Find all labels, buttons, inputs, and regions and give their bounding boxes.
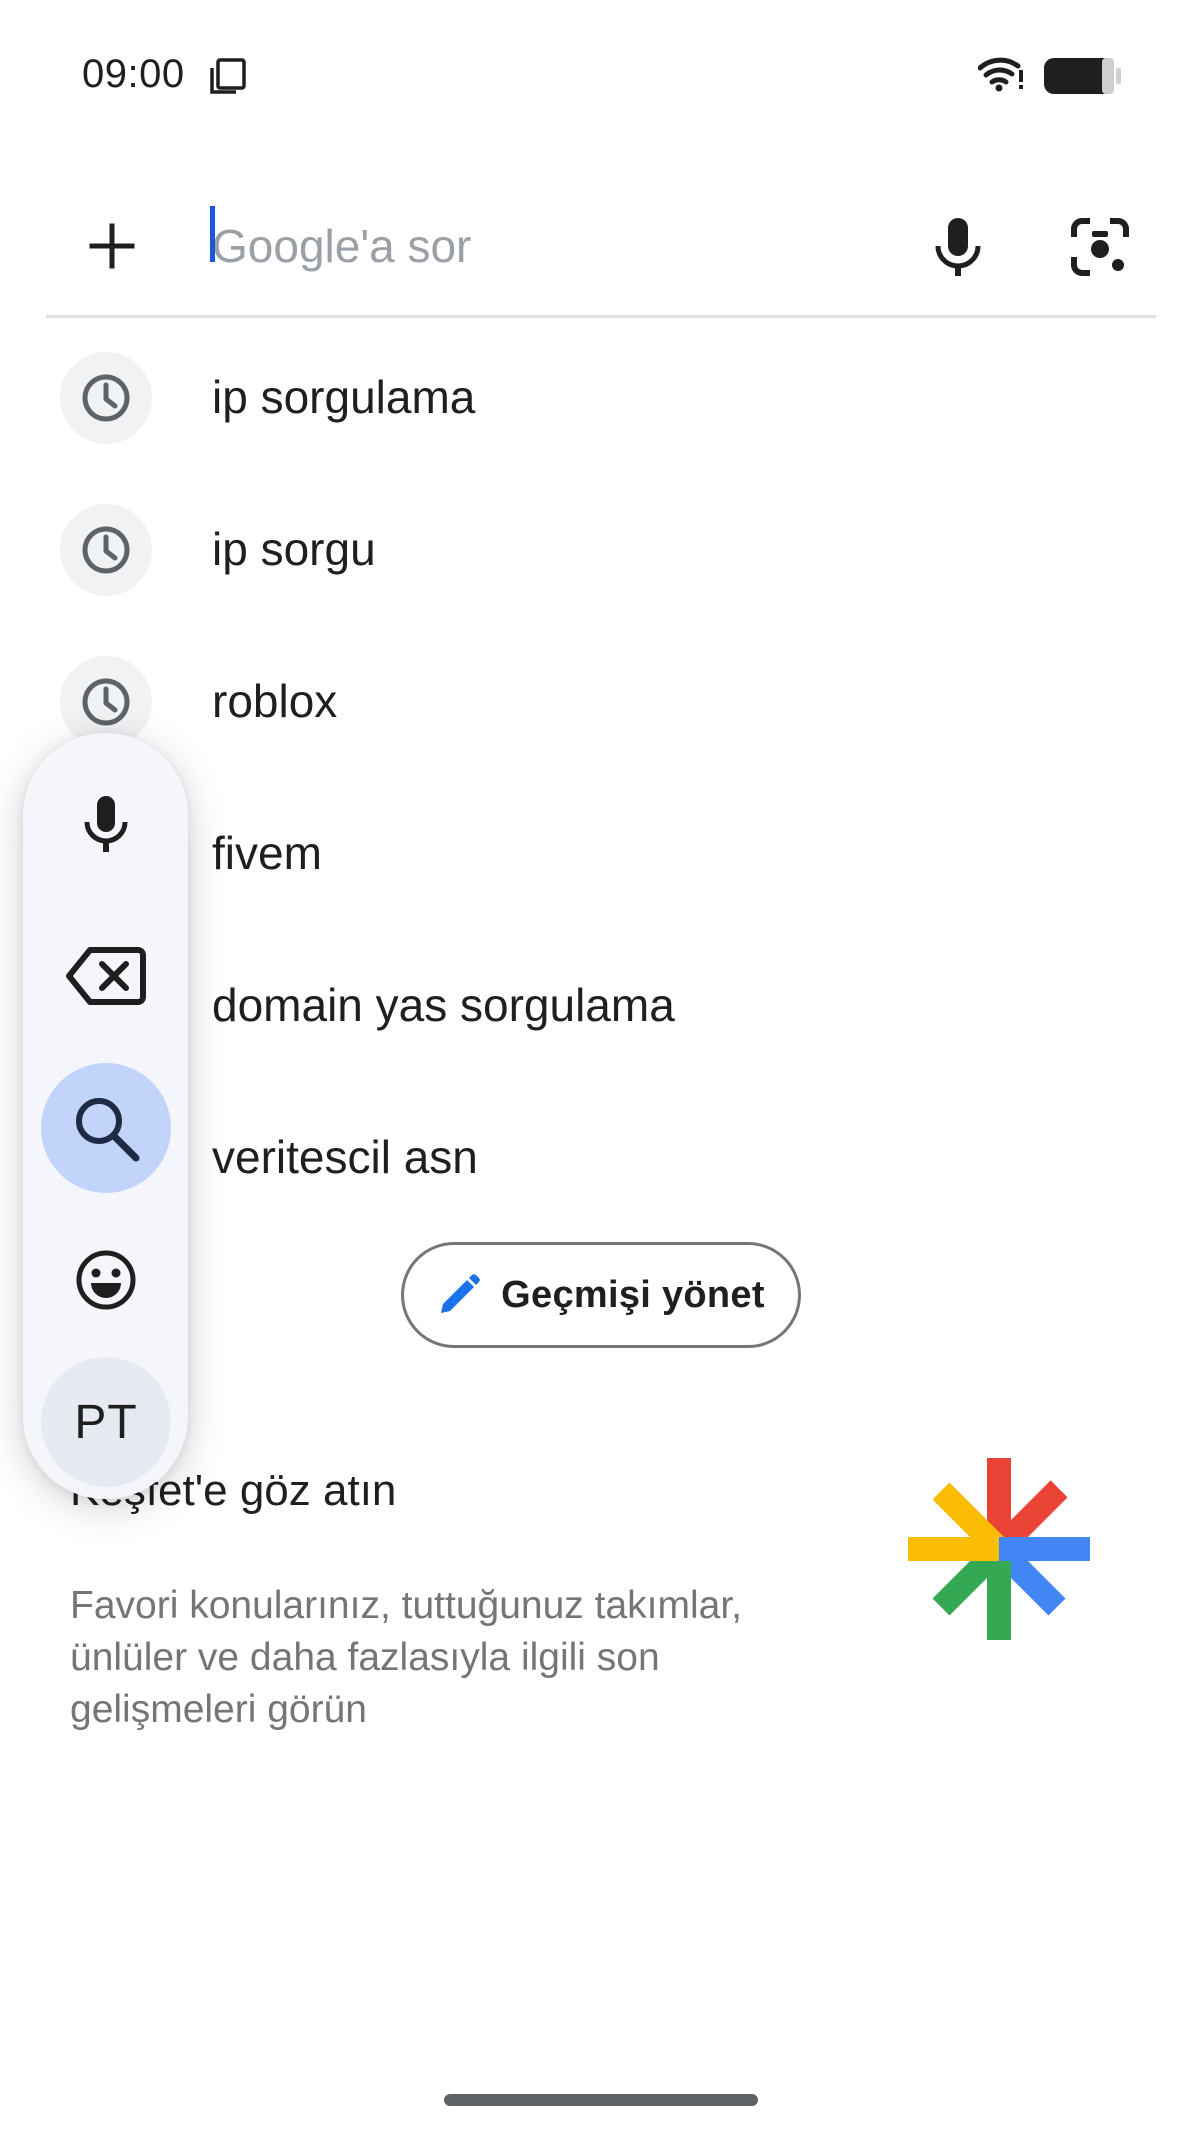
manage-history-button[interactable]: Geçmişi yönet — [401, 1242, 801, 1348]
suggestion-text: domain yas sorgulama — [212, 979, 675, 1031]
suggestion-text: roblox — [212, 675, 338, 727]
voice-search-button[interactable] — [922, 202, 994, 292]
suggestion-item[interactable]: ip sorgu — [0, 474, 1200, 624]
suggestion-text: ip sorgulama — [212, 371, 476, 423]
plus-icon — [89, 223, 135, 269]
keyboard-toolbar: PT — [23, 733, 188, 1499]
suggestion-item[interactable]: ip sorgulama — [0, 322, 1200, 472]
search-bar — [46, 180, 1156, 318]
mic-icon — [935, 218, 981, 276]
status-time: 09:00 — [82, 52, 185, 96]
manage-history-label: Geçmişi yönet — [501, 1273, 765, 1316]
mic-icon — [84, 796, 128, 852]
pencil-icon — [441, 1274, 480, 1313]
lens-icon — [1071, 218, 1129, 276]
keyboard-voice-button[interactable] — [41, 759, 171, 889]
suggestion-text: fivem — [212, 827, 322, 879]
keyboard-language-button[interactable]: PT — [41, 1357, 171, 1487]
search-icon — [76, 1098, 140, 1162]
suggestion-item[interactable]: roblox — [0, 626, 1200, 776]
keyboard-search-button[interactable] — [41, 1063, 171, 1193]
wifi-icon — [978, 57, 1023, 92]
history-icon — [60, 504, 152, 596]
status-bar: 09:00 — [0, 0, 1200, 150]
suggestion-text: veritescil asn — [212, 1131, 478, 1183]
language-label: PT — [74, 1395, 138, 1449]
discover-description: Favori konularınız, tuttuğunuz takımlar,… — [70, 1584, 742, 1731]
history-icon — [60, 352, 152, 444]
backspace-icon — [66, 947, 146, 1005]
text-caret — [210, 206, 215, 262]
lens-button[interactable] — [1060, 202, 1140, 292]
search-input[interactable] — [212, 210, 932, 282]
add-button[interactable] — [76, 210, 148, 282]
emoji-icon — [76, 1250, 136, 1310]
discover-logo-icon — [908, 1458, 1090, 1640]
keyboard-backspace-button[interactable] — [41, 911, 171, 1041]
keyboard-emoji-button[interactable] — [41, 1215, 171, 1345]
copy-icon — [210, 58, 246, 94]
gesture-navigation-bar[interactable] — [444, 2094, 758, 2106]
battery-icon — [1044, 58, 1121, 94]
suggestion-text: ip sorgu — [212, 523, 376, 575]
